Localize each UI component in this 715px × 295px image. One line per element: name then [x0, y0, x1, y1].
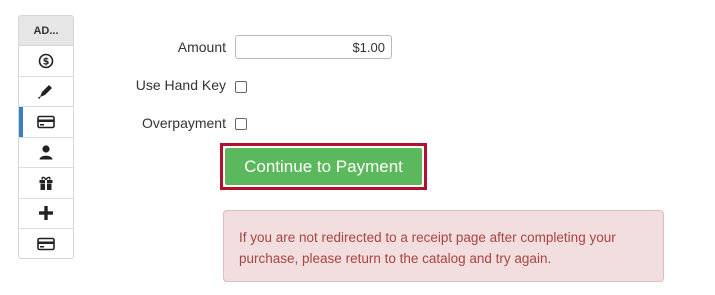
gift-icon [38, 175, 54, 191]
sidebar-item-card-payment[interactable] [19, 229, 73, 258]
sidebar-item-customer[interactable] [19, 138, 73, 168]
amount-input[interactable] [235, 35, 392, 59]
continue-to-payment-button[interactable]: Continue to Payment [225, 148, 422, 185]
overpayment-checkbox[interactable] [235, 118, 247, 130]
hand-key-label: Use Hand Key [135, 77, 226, 93]
sidebar-header[interactable]: AD... [19, 16, 73, 46]
plus-icon [38, 205, 54, 221]
svg-text:$: $ [43, 56, 50, 67]
redirect-alert: If you are not redirected to a receipt p… [223, 210, 664, 282]
overpayment-label: Overpayment [141, 115, 226, 131]
hand-key-checkbox[interactable] [235, 81, 247, 93]
dollar-circle-icon: $ [38, 53, 54, 69]
sidebar-item-credit-card[interactable] [19, 107, 73, 138]
sidebar-item-edit[interactable] [19, 77, 73, 107]
user-icon [38, 144, 54, 160]
amount-label: Amount [177, 39, 226, 55]
payment-page: AD... $ Amount $1.00 Use Hand Key Overpa… [0, 0, 715, 295]
sidebar-toolbar: AD... $ [18, 15, 74, 259]
continue-button-focus-frame: Continue to Payment [220, 143, 427, 190]
credit-card-icon [37, 115, 55, 129]
sidebar-item-payment-amount[interactable]: $ [19, 46, 73, 77]
alert-message: If you are not redirected to a receipt p… [239, 230, 616, 266]
sidebar-item-gift[interactable] [19, 168, 73, 199]
pen-icon [37, 82, 55, 100]
sidebar-item-add[interactable] [19, 199, 73, 229]
credit-card-icon [37, 237, 55, 251]
